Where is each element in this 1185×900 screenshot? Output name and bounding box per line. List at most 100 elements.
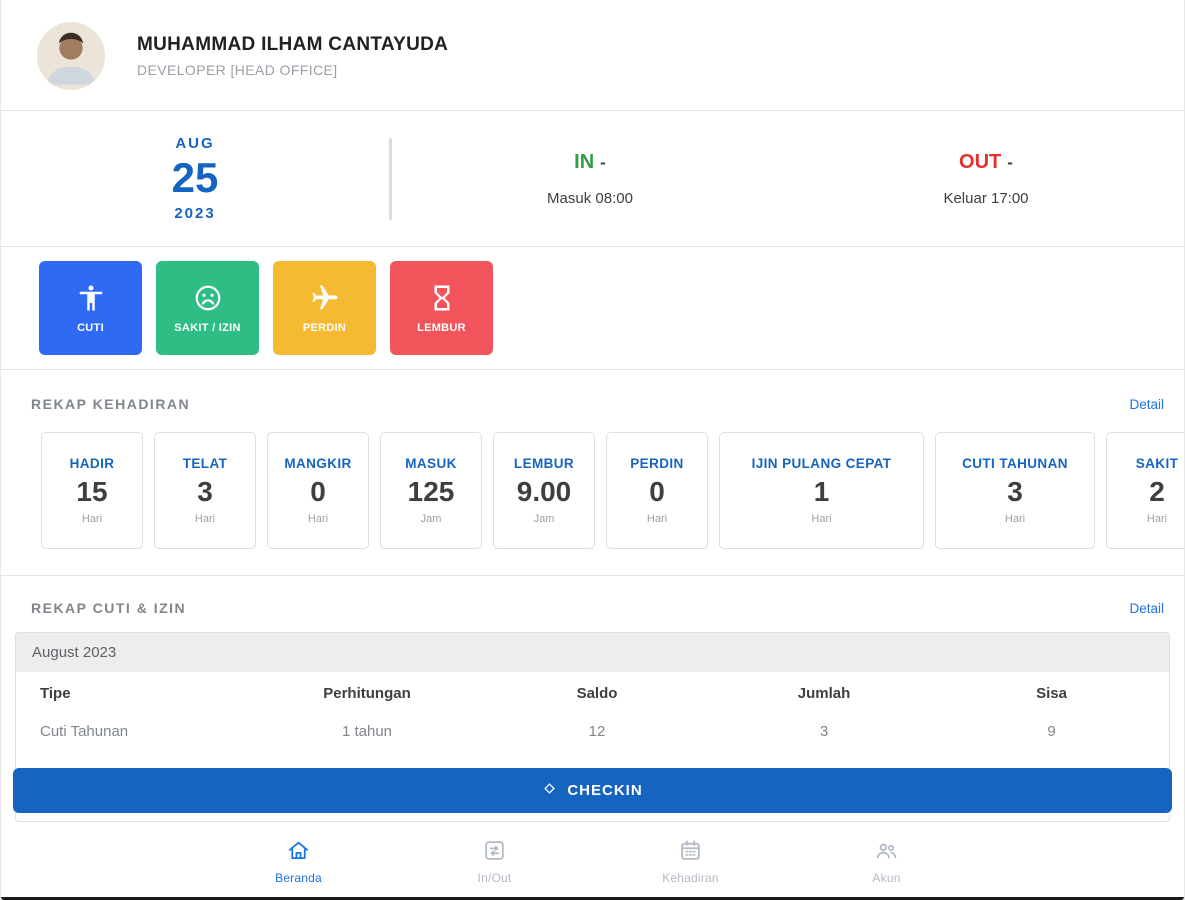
stat-label: SAKIT bbox=[1135, 456, 1179, 471]
rekap-kehadiran-title: REKAP KEHADIRAN bbox=[31, 396, 191, 412]
nav-label: Beranda bbox=[275, 871, 322, 885]
stat-card-telat: TELAT 3 Hari bbox=[154, 432, 256, 549]
nav-label: Akun bbox=[872, 871, 901, 885]
cell-perhitungan: 1 tahun bbox=[341, 723, 393, 740]
checkin-button[interactable]: CHECKIN bbox=[13, 768, 1172, 813]
cell-tipe: Cuti Tahunan bbox=[40, 723, 129, 740]
stat-unit: Hari bbox=[194, 513, 216, 525]
stat-unit: Hari bbox=[1146, 513, 1168, 525]
rekap-kehadiran-header: REKAP KEHADIRAN Detail bbox=[1, 370, 1184, 412]
stat-value: 0 bbox=[649, 476, 665, 507]
stat-label: MASUK bbox=[405, 456, 457, 471]
home-icon bbox=[286, 838, 311, 866]
column-header-jumlah: Jumlah bbox=[797, 685, 851, 702]
cell-jumlah: 3 bbox=[819, 723, 829, 740]
rekap-cuti-header: REKAP CUTI & IZIN Detail bbox=[1, 576, 1184, 616]
stat-card-cuti-tahunan: CUTI TAHUNAN 3 Hari bbox=[935, 432, 1095, 549]
stat-value: 2 bbox=[1149, 476, 1165, 507]
quick-actions: CUTI SAKIT / IZIN PERDIN LEMBUR bbox=[1, 247, 1184, 370]
stat-value: 15 bbox=[76, 476, 108, 507]
nav-label: Kehadiran bbox=[662, 871, 719, 885]
diamond-icon bbox=[542, 781, 557, 800]
date-attendance-panel: AUG 25 2023 IN - Masuk 08:00 OUT - Keluar … bbox=[1, 111, 1184, 247]
checkin-status-block: IN - Masuk 08:00 bbox=[392, 151, 788, 207]
stat-unit: Hari bbox=[81, 513, 103, 525]
rekap-cuti-title: REKAP CUTI & IZIN bbox=[31, 600, 187, 616]
column-header-tipe: Tipe bbox=[40, 685, 71, 702]
stat-value: 125 bbox=[407, 476, 455, 507]
date-day: 25 bbox=[171, 154, 219, 202]
out-suffix: - bbox=[1007, 152, 1013, 172]
nav-item-inout[interactable]: In/Out bbox=[397, 838, 593, 885]
in-detail: Masuk 08:00 bbox=[547, 189, 633, 207]
in-status-title: IN - bbox=[392, 151, 788, 174]
profile-text: MUHAMMAD ILHAM CANTAYUDA DEVELOPER [HEAD… bbox=[137, 34, 448, 78]
stat-label: PERDIN bbox=[630, 456, 684, 471]
rekap-kehadiran-detail-link[interactable]: Detail bbox=[1129, 397, 1164, 412]
in-suffix: - bbox=[600, 152, 606, 172]
account-icon bbox=[874, 838, 899, 866]
date-year: 2023 bbox=[174, 204, 216, 222]
sakit-izin-button-label: SAKIT / IZIN bbox=[174, 321, 241, 334]
column-header-sisa: Sisa bbox=[1036, 685, 1067, 702]
avatar bbox=[37, 22, 105, 90]
date-month: AUG bbox=[175, 135, 215, 153]
nav-item-akun[interactable]: Akun bbox=[789, 838, 985, 885]
app-page: MUHAMMAD ILHAM CANTAYUDA DEVELOPER [HEAD… bbox=[0, 0, 1185, 900]
calendar-icon bbox=[678, 838, 703, 866]
stat-card-perdin: PERDIN 0 Hari bbox=[606, 432, 708, 549]
profile-name: MUHAMMAD ILHAM CANTAYUDA bbox=[137, 34, 449, 55]
in-label: IN bbox=[574, 150, 595, 173]
stat-unit: Hari bbox=[646, 513, 668, 525]
stat-card-ijin-pulang-cepat: IJIN PULANG CEPAT 1 Hari bbox=[719, 432, 924, 549]
stat-label: LEMBUR bbox=[513, 456, 575, 471]
bottom-nav: Beranda In/Out Kehadiran Akun bbox=[1, 838, 1184, 885]
stat-label: CUTI TAHUNAN bbox=[962, 456, 1068, 471]
nav-item-beranda[interactable]: Beranda bbox=[201, 838, 397, 885]
stat-unit: Jam bbox=[533, 513, 555, 525]
date-block: AUG 25 2023 bbox=[1, 135, 389, 221]
table-row: Cuti Tahunan 1 tahun 12 3 9 bbox=[16, 713, 1169, 750]
hourglass-icon bbox=[427, 283, 457, 313]
out-status-title: OUT - bbox=[788, 151, 1184, 174]
stat-unit: Hari bbox=[811, 513, 832, 525]
stat-label: TELAT bbox=[182, 456, 228, 471]
stat-unit: Jam bbox=[420, 513, 442, 525]
rekap-cuti-detail-link[interactable]: Detail bbox=[1129, 601, 1164, 616]
out-detail: Keluar 17:00 bbox=[943, 189, 1029, 207]
perdin-button-label: PERDIN bbox=[302, 321, 347, 334]
stat-value: 0 bbox=[310, 476, 326, 507]
checkin-button-label: CHECKIN bbox=[567, 782, 643, 799]
stat-label: IJIN PULANG CEPAT bbox=[751, 456, 892, 471]
cell-sisa: 9 bbox=[1047, 723, 1056, 740]
stat-card-mangkir: MANGKIR 0 Hari bbox=[267, 432, 369, 549]
profile-header: MUHAMMAD ILHAM CANTAYUDA DEVELOPER [HEAD… bbox=[1, 0, 1184, 111]
lembur-button-label: LEMBUR bbox=[417, 321, 466, 334]
profile-role: DEVELOPER [HEAD OFFICE] bbox=[137, 62, 338, 78]
sad-face-icon bbox=[193, 283, 223, 313]
in-out-icon bbox=[482, 838, 507, 866]
column-header-perhitungan: Perhitungan bbox=[323, 685, 411, 702]
cuti-button-label: CUTI bbox=[77, 321, 104, 334]
stat-value: 3 bbox=[197, 476, 213, 507]
cuti-button[interactable]: CUTI bbox=[39, 261, 142, 355]
stat-label: MANGKIR bbox=[284, 456, 352, 471]
stat-value: 1 bbox=[813, 476, 830, 507]
stat-card-hadir: HADIR 15 Hari bbox=[41, 432, 143, 549]
nav-label: In/Out bbox=[477, 871, 512, 885]
stat-value: 9.00 bbox=[516, 476, 572, 507]
sakit-izin-button[interactable]: SAKIT / IZIN bbox=[156, 261, 259, 355]
leave-table-period: August 2023 bbox=[16, 633, 1169, 672]
checkout-status-block: OUT - Keluar 17:00 bbox=[788, 151, 1184, 207]
nav-item-kehadiran[interactable]: Kehadiran bbox=[593, 838, 789, 885]
column-header-saldo: Saldo bbox=[576, 685, 618, 702]
airplane-icon bbox=[310, 283, 340, 313]
cell-saldo: 12 bbox=[588, 723, 606, 740]
person-icon bbox=[76, 283, 106, 313]
stat-unit: Hari bbox=[307, 513, 329, 525]
lembur-button[interactable]: LEMBUR bbox=[390, 261, 493, 355]
stat-card-lembur: LEMBUR 9.00 Jam bbox=[493, 432, 595, 549]
perdin-button[interactable]: PERDIN bbox=[273, 261, 376, 355]
out-label: OUT bbox=[959, 150, 1002, 173]
stat-value: 3 bbox=[1007, 476, 1023, 507]
